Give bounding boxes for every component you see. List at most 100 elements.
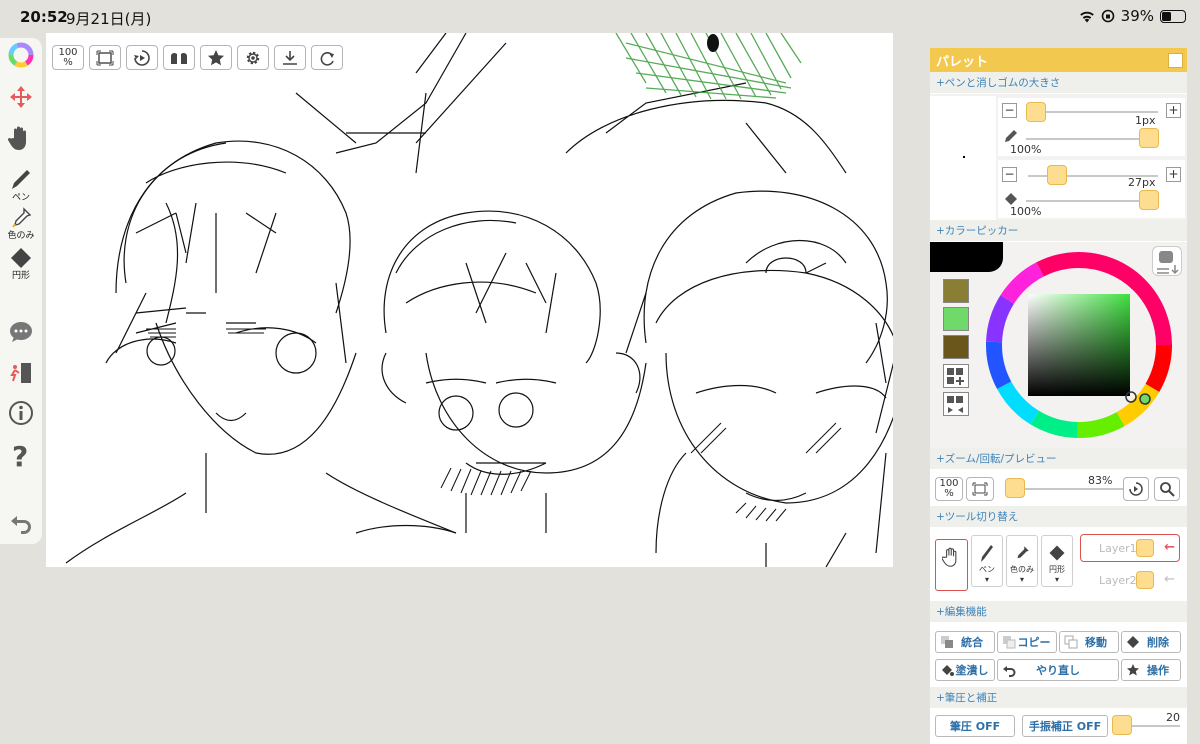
pen-tool-button[interactable]: ペン (3, 166, 39, 203)
move-layer-button[interactable]: 移動 (1059, 631, 1119, 653)
flip-button[interactable] (163, 45, 195, 70)
eyedropper-tool-icon (1017, 546, 1029, 559)
shape-tool-cell[interactable]: 円形 ▾ (1041, 535, 1073, 587)
rotate-reset-button[interactable] (126, 45, 158, 70)
stabilizer-knob[interactable] (1112, 715, 1132, 735)
drawing-canvas[interactable] (46, 33, 893, 567)
layer-2[interactable]: Layer2 ← (1080, 566, 1180, 594)
zoom-fit-button[interactable] (966, 477, 994, 501)
eraser-delete-icon (1127, 636, 1139, 648)
color-wheel-button[interactable] (3, 42, 39, 68)
shape-tool-button[interactable]: 円形 (3, 246, 39, 281)
hand-tool-button[interactable] (3, 124, 39, 152)
stabilizer-toggle[interactable]: 手振補正 OFF (1022, 715, 1108, 737)
palette-minimize-button[interactable] (1168, 52, 1183, 68)
star-small-icon (1127, 664, 1139, 676)
eraser-size-plus[interactable]: + (1166, 167, 1181, 182)
zoom-100-button[interactable]: 100% (52, 45, 84, 70)
palette-panel: パレット +ペンと消しゴムの大きさ − + 1px 100% − + 27px … (930, 48, 1187, 744)
sketch-artwork (65, 33, 893, 567)
layer-1[interactable]: Layer1 ← (1080, 534, 1180, 562)
shape-tool-label: 円形 (11, 271, 30, 281)
section-color-picker[interactable]: +カラーピッカー (930, 220, 1187, 242)
pen-tool-cell[interactable]: ペン ▾ (971, 535, 1003, 587)
exit-button[interactable] (3, 360, 39, 386)
zoom-track (1006, 488, 1136, 490)
fit-screen-icon (96, 50, 114, 65)
eraser-shape-icon (11, 248, 31, 268)
download-icon (283, 50, 297, 65)
color-swatch-2[interactable] (943, 307, 969, 331)
preview-button[interactable] (1154, 477, 1180, 501)
info-button[interactable] (3, 400, 39, 426)
redo-edit-button[interactable]: やり直し (997, 659, 1119, 681)
shape-tool-cell-label: 円形 (1049, 565, 1065, 574)
section-tool-switch[interactable]: +ツール切り替え (930, 506, 1187, 528)
color-wheel[interactable] (980, 246, 1178, 444)
pen-size-plus[interactable]: + (1166, 103, 1181, 118)
status-bar: 20:52 9月21日(月) 39% (0, 0, 1200, 32)
shape-tool-icon (1049, 545, 1065, 561)
zoom-reset-unit: % (944, 488, 954, 499)
shape-tool-dropdown-arrow: ▾ (1054, 575, 1059, 584)
chat-button[interactable] (3, 320, 39, 344)
download-button[interactable] (274, 45, 306, 70)
eyedropper-tool-cell[interactable]: 色のみ ▾ (1006, 535, 1038, 587)
eyedropper-tool-button[interactable]: 色のみ (3, 206, 39, 241)
pen-size-value: 1px (1135, 114, 1156, 127)
redo-button[interactable] (311, 45, 343, 70)
eraser-opacity-knob[interactable] (1139, 190, 1159, 210)
operation-button[interactable]: 操作 (1121, 659, 1181, 681)
exit-icon (10, 363, 31, 383)
section-edit[interactable]: +編集機能 (930, 601, 1187, 623)
eraser-size-minus[interactable]: − (1002, 167, 1017, 182)
zoom-reset-button[interactable]: 100% (935, 477, 963, 501)
pen-size-minus[interactable]: − (1002, 103, 1017, 118)
pen-size-knob[interactable] (1026, 102, 1046, 122)
pen-tool-dropdown-arrow: ▾ (984, 575, 989, 584)
rotation-reset-button[interactable] (1123, 477, 1149, 501)
brush-dot (963, 156, 965, 158)
palette-title: パレット (936, 54, 989, 70)
manage-swatch-button[interactable] (943, 392, 969, 416)
pen-tool-icon (981, 545, 993, 562)
undo-button[interactable] (3, 510, 39, 536)
color-wheel-icon (8, 42, 34, 68)
pen-opacity-track (1026, 138, 1156, 140)
move-tool-button[interactable] (3, 84, 39, 110)
copy-icon (1003, 636, 1016, 649)
pressure-toggle[interactable]: 筆圧 OFF (935, 715, 1015, 737)
eyedropper-icon (12, 207, 32, 228)
copy-button[interactable]: コピー (997, 631, 1057, 653)
zoom-row: 100% 83% (930, 470, 1187, 506)
merge-button[interactable]: 統合 (935, 631, 995, 653)
info-icon (9, 401, 33, 425)
color-swatch-3[interactable] (943, 335, 969, 359)
settings-button[interactable] (237, 45, 269, 70)
eraser-size-value: 27px (1128, 176, 1156, 189)
help-button[interactable]: ? (3, 440, 39, 470)
fill-button[interactable]: 塗潰し (935, 659, 995, 681)
svg-text:?: ? (12, 440, 28, 470)
redo-icon (320, 51, 334, 66)
favorite-button[interactable] (200, 45, 232, 70)
eraser-size-knob[interactable] (1047, 165, 1067, 185)
layer-2-opacity-knob[interactable] (1136, 571, 1154, 589)
wifi-icon (1079, 11, 1094, 22)
hand-tool-cell[interactable] (935, 539, 968, 591)
delete-button[interactable]: 削除 (1121, 631, 1181, 653)
zoom-knob[interactable] (1005, 478, 1025, 498)
swap-icon (1157, 251, 1179, 275)
section-pressure[interactable]: +筆圧と補正 (930, 687, 1187, 709)
fit-screen-button[interactable] (89, 45, 121, 70)
section-zoom[interactable]: +ズーム/回転/プレビュー (930, 448, 1187, 470)
undo-arrow-icon (1003, 666, 1016, 677)
canvas-toolbar: 100% (52, 45, 343, 71)
add-swatch-button[interactable] (943, 364, 969, 388)
pen-opacity-knob[interactable] (1139, 128, 1159, 148)
star-icon (208, 49, 224, 65)
section-pen-size[interactable]: +ペンと消しゴムの大きさ (930, 72, 1187, 94)
color-swatch-1[interactable] (943, 279, 969, 303)
color-mode-button[interactable] (1152, 246, 1182, 276)
layer-1-opacity-knob[interactable] (1136, 539, 1154, 557)
